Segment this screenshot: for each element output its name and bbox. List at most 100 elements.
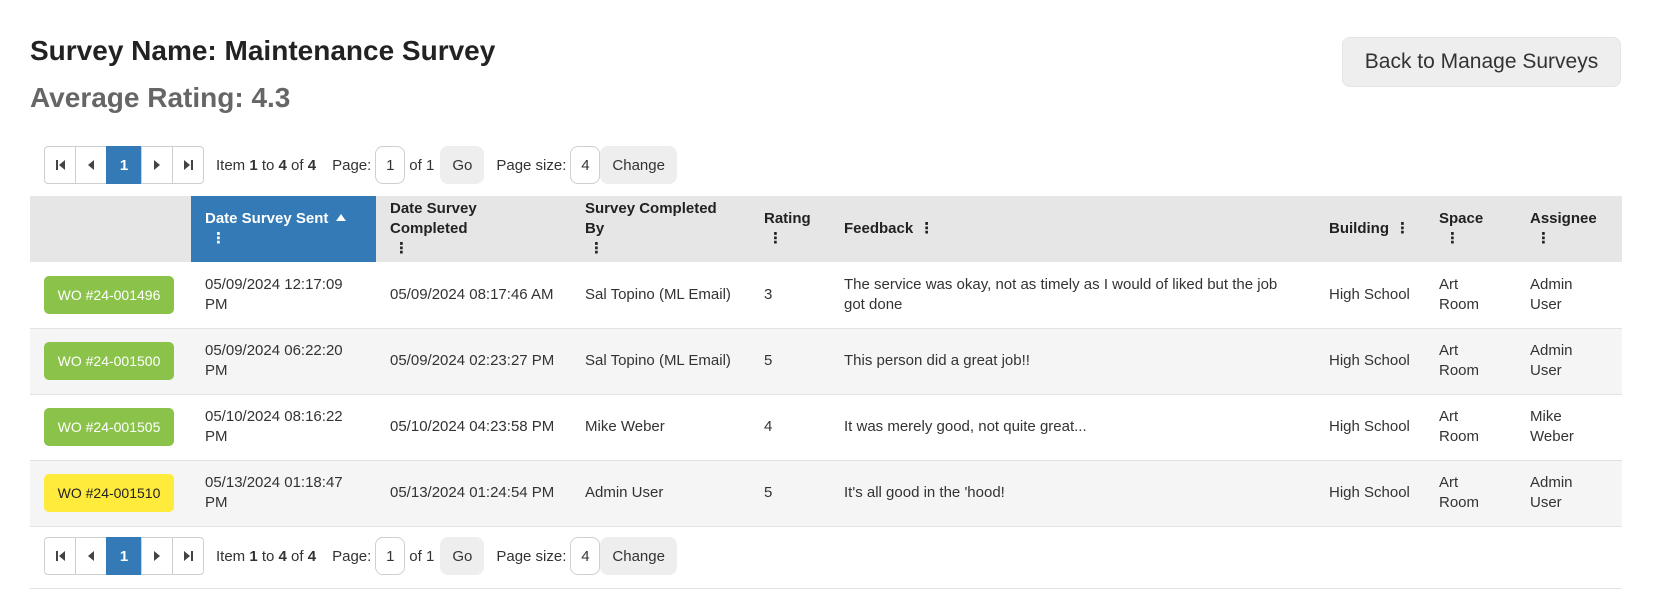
column-label: Survey Completed By bbox=[585, 200, 717, 237]
column-menu-icon[interactable]: ⋮ bbox=[919, 219, 934, 239]
column-header-building[interactable]: Building ⋮ bbox=[1315, 196, 1425, 262]
cell-completed-by: Sal Topino (ML Email) bbox=[571, 262, 750, 329]
item-to: 4 bbox=[278, 156, 287, 174]
cell-feedback: It's all good in the 'hood! bbox=[830, 460, 1315, 527]
cell-space: Art Room bbox=[1425, 460, 1516, 527]
cell-work-order: WO #24-001500 bbox=[30, 328, 191, 395]
item-prefix: Item bbox=[216, 156, 250, 174]
go-button[interactable]: Go bbox=[440, 146, 485, 184]
first-page-button[interactable] bbox=[44, 537, 76, 575]
cell-work-order: WO #24-001496 bbox=[30, 262, 191, 329]
previous-page-button[interactable] bbox=[75, 537, 107, 575]
page-number-input[interactable] bbox=[375, 146, 406, 184]
previous-page-icon bbox=[88, 551, 94, 561]
next-page-button[interactable] bbox=[141, 146, 173, 184]
first-page-icon bbox=[55, 160, 65, 170]
work-order-button[interactable]: WO #24-001510 bbox=[44, 474, 174, 512]
previous-page-button[interactable] bbox=[75, 146, 107, 184]
survey-name-heading: Survey Name: Maintenance Survey bbox=[30, 35, 496, 66]
cell-rating: 5 bbox=[750, 328, 830, 395]
page-label: Page: bbox=[332, 156, 372, 174]
table-row: WO #24-001500 05/09/2024 06:22:20 PM 05/… bbox=[30, 328, 1622, 395]
page-size-label: Page size: bbox=[496, 547, 567, 565]
item-prefix: Item bbox=[216, 547, 250, 565]
column-label: Feedback bbox=[844, 220, 914, 237]
cell-building: High School bbox=[1315, 328, 1425, 395]
cell-space: Art Room bbox=[1425, 262, 1516, 329]
table-row: WO #24-001496 05/09/2024 12:17:09 PM 05/… bbox=[30, 262, 1622, 329]
item-to: 4 bbox=[278, 547, 287, 565]
page-size-input[interactable] bbox=[570, 146, 601, 184]
survey-results-page: Survey Name: Maintenance Survey Average … bbox=[0, 0, 1653, 593]
column-menu-icon[interactable]: ⋮ bbox=[768, 229, 783, 249]
cell-building: High School bbox=[1315, 394, 1425, 461]
cell-work-order: WO #24-001505 bbox=[30, 394, 191, 461]
next-page-icon bbox=[154, 160, 160, 170]
pager-top: 1 Item 1 to 4 of 4 Page: of 1 Go Page si… bbox=[44, 146, 677, 184]
column-label: Rating bbox=[764, 210, 811, 227]
cell-date-sent: 05/10/2024 08:16:22 PM bbox=[191, 394, 376, 461]
column-menu-icon[interactable]: ⋮ bbox=[1445, 229, 1460, 249]
change-page-size-button[interactable]: Change bbox=[600, 146, 677, 184]
cell-date-sent: 05/13/2024 01:18:47 PM bbox=[191, 460, 376, 527]
cell-completed-by: Mike Weber bbox=[571, 394, 750, 461]
item-range-text: Item 1 to 4 of 4 bbox=[216, 548, 316, 565]
cell-date-completed: 05/09/2024 08:17:46 AM bbox=[376, 262, 571, 329]
cell-assignee: Admin User bbox=[1516, 262, 1622, 329]
cell-space: Art Room bbox=[1425, 394, 1516, 461]
cell-space: Art Room bbox=[1425, 328, 1516, 395]
column-menu-icon[interactable]: ⋮ bbox=[1536, 229, 1551, 249]
sort-ascending-icon bbox=[336, 214, 347, 221]
average-rating-heading: Average Rating: 4.3 bbox=[30, 82, 291, 113]
cell-feedback: It was merely good, not quite great... bbox=[830, 394, 1315, 461]
item-to-word: to bbox=[257, 547, 279, 565]
page-size-input[interactable] bbox=[570, 537, 601, 575]
pager-buttons: 1 bbox=[44, 146, 204, 184]
cell-completed-by: Admin User bbox=[571, 460, 750, 527]
cell-feedback: The service was okay, not as timely as I… bbox=[830, 262, 1315, 329]
first-page-button[interactable] bbox=[44, 146, 76, 184]
last-page-button[interactable] bbox=[172, 146, 204, 184]
current-page-button[interactable]: 1 bbox=[106, 537, 142, 575]
column-header-assignee[interactable]: Assignee ⋮ bbox=[1516, 196, 1622, 262]
column-header-date-sent[interactable]: Date Survey Sent ⋮ bbox=[191, 196, 376, 262]
item-from: 1 bbox=[249, 156, 258, 174]
next-page-icon bbox=[154, 551, 160, 561]
cell-rating: 5 bbox=[750, 460, 830, 527]
change-page-size-button[interactable]: Change bbox=[600, 537, 677, 575]
work-order-button[interactable]: WO #24-001496 bbox=[44, 275, 174, 314]
item-range-text: Item 1 to 4 of 4 bbox=[216, 157, 316, 174]
item-of-word: of bbox=[286, 156, 308, 174]
last-page-button[interactable] bbox=[172, 537, 204, 575]
column-menu-icon[interactable]: ⋮ bbox=[394, 239, 409, 259]
column-menu-icon[interactable]: ⋮ bbox=[211, 229, 226, 249]
column-menu-icon[interactable]: ⋮ bbox=[1395, 219, 1410, 239]
item-of-word: of bbox=[286, 547, 308, 565]
column-header-rating[interactable]: Rating ⋮ bbox=[750, 196, 830, 262]
table-row: WO #24-001505 05/10/2024 08:16:22 PM 05/… bbox=[30, 394, 1622, 461]
column-header-completed-by[interactable]: Survey Completed By ⋮ bbox=[571, 196, 750, 262]
page-number-input[interactable] bbox=[375, 537, 406, 575]
last-page-icon bbox=[183, 551, 193, 561]
current-page-button[interactable]: 1 bbox=[106, 146, 142, 184]
page-label: Page: bbox=[332, 547, 372, 565]
work-order-button[interactable]: WO #24-001505 bbox=[44, 408, 174, 446]
column-label: Space bbox=[1439, 210, 1484, 227]
column-label: Building bbox=[1329, 220, 1389, 237]
work-order-button[interactable]: WO #24-001500 bbox=[44, 342, 174, 380]
cell-feedback: This person did a great job!! bbox=[830, 328, 1315, 395]
cell-assignee: Admin User bbox=[1516, 460, 1622, 527]
column-header-space[interactable]: Space ⋮ bbox=[1425, 196, 1516, 262]
table-header-row: Date Survey Sent⋮ Date Survey Completed ⋮… bbox=[30, 196, 1622, 262]
cell-date-completed: 05/10/2024 04:23:58 PM bbox=[376, 394, 571, 461]
column-menu-icon[interactable]: ⋮ bbox=[589, 239, 604, 259]
next-page-button[interactable] bbox=[141, 537, 173, 575]
cell-assignee: Admin User bbox=[1516, 328, 1622, 395]
column-header-date-completed[interactable]: Date Survey Completed ⋮ bbox=[376, 196, 571, 262]
page-count-text: of 1 bbox=[409, 547, 435, 565]
column-header-feedback[interactable]: Feedback ⋮ bbox=[830, 196, 1315, 262]
go-button[interactable]: Go bbox=[440, 537, 485, 575]
back-to-manage-surveys-button[interactable]: Back to Manage Surveys bbox=[1342, 37, 1621, 87]
item-total: 4 bbox=[307, 156, 317, 174]
survey-results-table: Date Survey Sent⋮ Date Survey Completed ⋮… bbox=[30, 196, 1622, 527]
